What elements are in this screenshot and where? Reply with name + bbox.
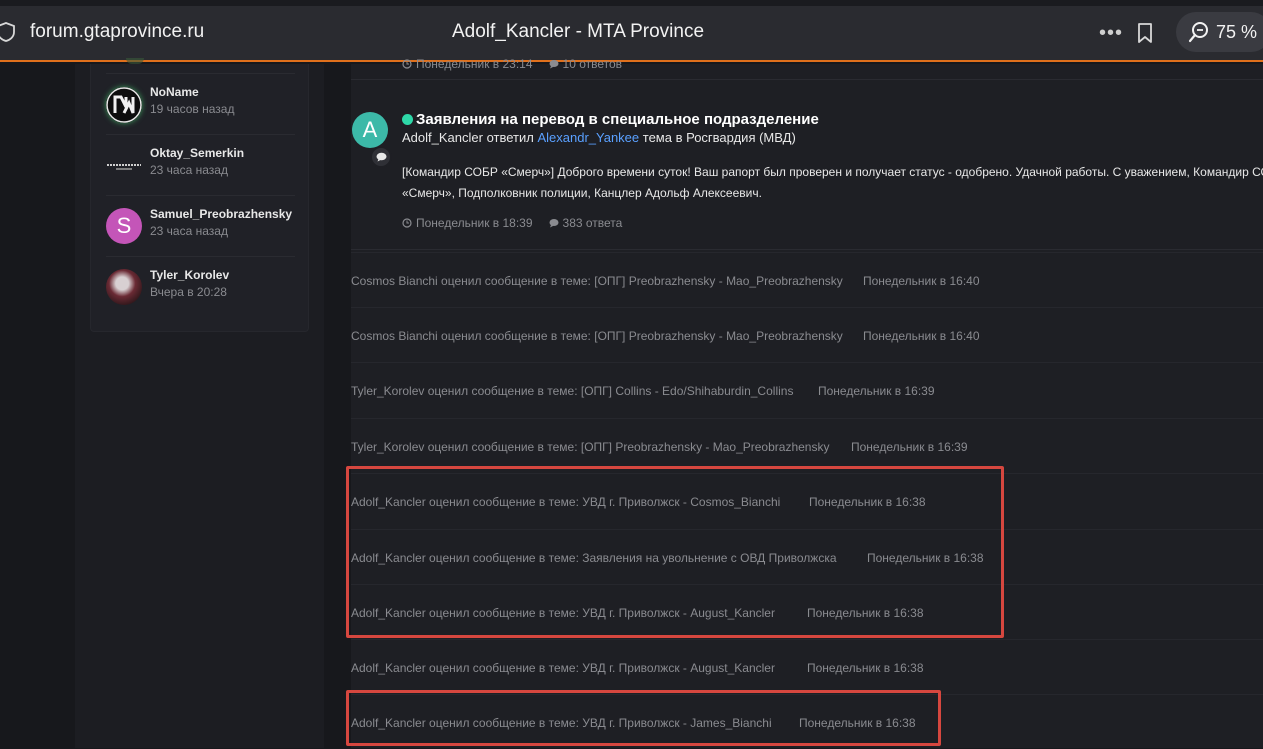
recent-visitors-card: NoName 19 часов назад Oktay_Semerkin 23 … — [90, 58, 309, 332]
activity-time: Понедельник в 16:38 — [799, 716, 916, 730]
activity-time: Понедельник в 16:38 — [809, 495, 926, 509]
avatar[interactable]: S — [106, 208, 142, 244]
post-time-text: Понедельник в 18:39 — [416, 216, 533, 230]
activity-text[interactable]: Adolf_Kancler оценил сообщение в теме: У… — [351, 716, 772, 730]
activity-row: Tyler_Korolev оценил сообщение в теме: [… — [351, 418, 1263, 473]
activity-text[interactable]: Tyler_Korolev оценил сообщение в теме: [… — [351, 384, 793, 398]
activity-row: Adolf_Kancler оценил сообщение в теме: З… — [351, 529, 1263, 584]
visitor-name[interactable]: Oktay_Semerkin — [150, 146, 244, 160]
post-excerpt: [Командир СОБР «Смерч»] Доброго времени … — [402, 162, 1263, 204]
post-author-avatar[interactable]: A — [352, 112, 388, 148]
post-excerpt-line: «Смерч», Подполковник полиции, Канцлер А… — [402, 186, 762, 200]
previous-post-replies[interactable]: 10 ответов — [549, 57, 623, 71]
post-title-row: Заявления на перевод в специальное подра… — [402, 111, 819, 128]
activity-row: Adolf_Kancler оценил сообщение в теме: У… — [351, 639, 1263, 694]
activity-time: Понедельник в 16:38 — [867, 551, 984, 565]
previous-post-meta: Понедельник в 23:14 10 ответов — [402, 57, 622, 71]
activity-text[interactable]: Cosmos Bianchi оценил сообщение в теме: … — [351, 329, 843, 343]
post-meta: Понедельник в 18:39 383 ответа — [402, 216, 622, 230]
post-title[interactable]: Заявления на перевод в специальное подра… — [416, 111, 819, 128]
post-time[interactable]: Понедельник в 18:39 — [402, 216, 533, 230]
oktay-logo-icon — [107, 164, 141, 170]
post-forum: тема в Росгвардия (МВД) — [642, 130, 796, 145]
visitor-time: 19 часов назад — [150, 102, 235, 116]
avatar[interactable] — [106, 148, 142, 184]
post-replies[interactable]: 383 ответа — [549, 216, 623, 230]
activity-text[interactable]: Adolf_Kancler оценил сообщение в теме: У… — [351, 495, 780, 509]
visitor-name[interactable]: Samuel_Preobrazhensky — [150, 207, 292, 221]
activity-row: Adolf_Kancler оценил сообщение в теме: У… — [351, 473, 1263, 528]
browser-toolbar: forum.gtaprovince.ru Adolf_Kancler - MTA… — [0, 0, 1263, 62]
replied-word: ответил — [486, 130, 534, 145]
activity-stream: Понедельник в 23:14 10 ответов A Заявлен… — [351, 57, 1263, 749]
activity-text[interactable]: Adolf_Kancler оценил сообщение в теме: У… — [351, 661, 775, 675]
divider — [351, 249, 1263, 250]
visitor-name[interactable]: NoName — [150, 85, 199, 99]
visitor-row[interactable]: NoName 19 часов назад — [106, 73, 295, 134]
reply-target-user[interactable]: Alexandr_Yankee — [537, 130, 639, 145]
zoom-button[interactable]: 75 % — [1176, 12, 1263, 52]
page-title: Adolf_Kancler - MTA Province — [452, 21, 705, 42]
previous-post-time[interactable]: Понедельник в 23:14 — [402, 57, 533, 71]
activity-row: Cosmos Bianchi оценил сообщение в теме: … — [351, 307, 1263, 362]
bookmark-icon[interactable] — [1136, 22, 1154, 44]
activity-time: Понедельник в 16:39 — [851, 440, 968, 454]
visitor-row[interactable]: Oktay_Semerkin 23 часа назад — [106, 134, 295, 195]
avatar[interactable] — [106, 87, 142, 123]
divider — [351, 79, 1263, 80]
activity-time: Понедельник в 16:40 — [863, 329, 980, 343]
clock-icon — [402, 218, 412, 228]
activity-text[interactable]: Cosmos Bianchi оценил сообщение в теме: … — [351, 274, 843, 288]
visitor-time: 23 часа назад — [150, 224, 228, 238]
activity-row: Adolf_Kancler оценил сообщение в теме: У… — [351, 584, 1263, 639]
post-replies-text: 383 ответа — [562, 216, 623, 230]
activity-row: Tyler_Korolev оценил сообщение в теме: [… — [351, 362, 1263, 417]
post-excerpt-line: [Командир СОБР «Смерч»] Доброго времени … — [402, 165, 1263, 179]
visitor-row[interactable]: Tyler_Korolev Вчера в 20:28 — [106, 256, 295, 317]
reply-badge — [370, 146, 392, 168]
activity-text[interactable]: Adolf_Kancler оценил сообщение в теме: З… — [351, 551, 837, 565]
activity-time: Понедельник в 16:38 — [807, 606, 924, 620]
more-options-icon[interactable]: ••• — [1099, 22, 1123, 45]
visitor-time: Вчера в 20:28 — [150, 285, 227, 299]
comment-icon — [549, 60, 559, 69]
zoom-level: 75 % — [1216, 21, 1258, 42]
noname-logo-icon — [106, 87, 142, 123]
activity-time: Понедельник в 16:39 — [818, 384, 935, 398]
comment-icon — [549, 219, 559, 228]
page-margin-left — [0, 64, 75, 748]
post-subline: Adolf_Kancler ответил Alexandr_Yankee те… — [402, 130, 796, 145]
address-bar[interactable]: forum.gtaprovince.ru — [30, 21, 204, 43]
activity-time: Понедельник в 16:38 — [807, 661, 924, 675]
zoom-search-icon — [1188, 22, 1208, 43]
tab-strip — [0, 0, 1263, 6]
online-indicator — [402, 114, 413, 125]
activity-row: Cosmos Bianchi оценил сообщение в теме: … — [351, 252, 1263, 307]
avatar-partial — [126, 58, 144, 64]
visitor-time: 23 часа назад — [150, 163, 228, 177]
activity-text[interactable]: Adolf_Kancler оценил сообщение в теме: У… — [351, 606, 775, 620]
site-info-icon[interactable] — [0, 22, 16, 42]
activity-text[interactable]: Tyler_Korolev оценил сообщение в теме: [… — [351, 440, 829, 454]
activity-time: Понедельник в 16:40 — [863, 274, 980, 288]
previous-post-replies-text: 10 ответов — [562, 57, 623, 71]
activity-row: Adolf_Kancler оценил сообщение в теме: У… — [351, 694, 1263, 749]
post-author[interactable]: Adolf_Kancler — [402, 130, 483, 145]
avatar[interactable] — [106, 269, 142, 305]
visitor-name[interactable]: Tyler_Korolev — [150, 268, 229, 282]
previous-post-time-text: Понедельник в 23:14 — [416, 57, 533, 71]
visitor-row[interactable]: S Samuel_Preobrazhensky 23 часа назад — [106, 195, 295, 256]
column-gap — [324, 64, 351, 748]
clock-icon — [402, 59, 412, 69]
comment-icon — [376, 152, 386, 162]
